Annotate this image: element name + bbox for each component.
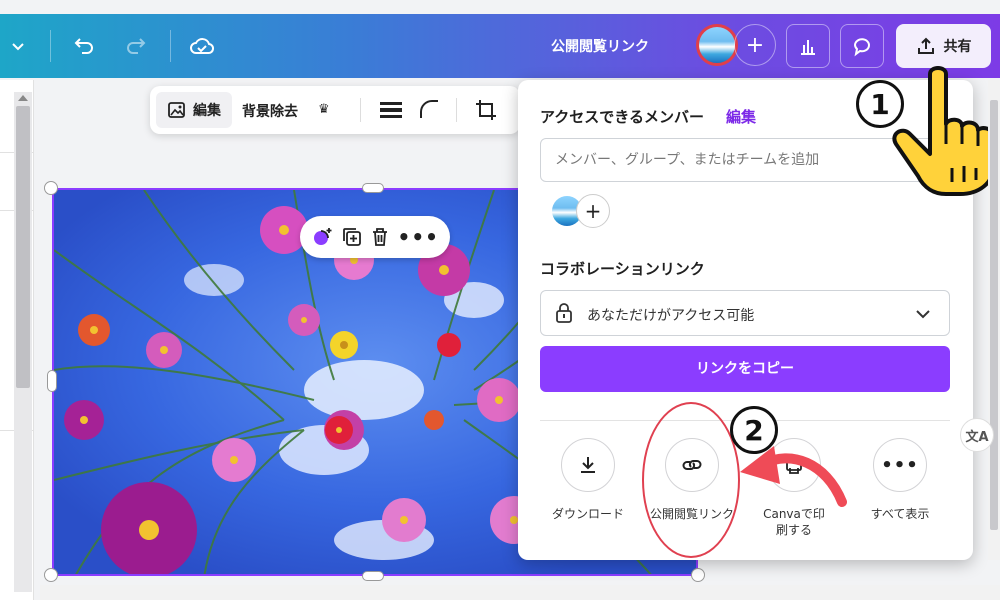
bar-chart-icon — [801, 40, 815, 55]
crop-icon[interactable] — [474, 98, 498, 122]
public-link-title: 公開閲覧リンク — [551, 39, 649, 55]
upload-icon — [917, 37, 934, 54]
translate-icon[interactable]: 文A — [960, 418, 994, 452]
cloud-saved-icon[interactable] — [188, 32, 216, 60]
corner-rounding-icon[interactable] — [418, 98, 440, 120]
panel-scrollbar-thumb[interactable] — [990, 100, 998, 530]
undo-icon[interactable] — [70, 32, 98, 60]
edit-label: 編集 — [193, 103, 221, 119]
divider — [50, 30, 51, 62]
share-label: 共有 — [943, 39, 972, 55]
resize-handle-top[interactable] — [362, 183, 384, 193]
download-option[interactable]: ダウンロード — [538, 438, 638, 522]
divider — [170, 30, 171, 62]
duplicate-icon[interactable] — [341, 226, 363, 248]
lock-icon — [556, 303, 572, 323]
step-2-badge: 2 — [730, 406, 778, 454]
image-edit-icon — [168, 102, 185, 118]
add-member-button[interactable]: + — [576, 194, 610, 228]
horizontal-scrollbar[interactable] — [40, 585, 1000, 600]
access-level-select[interactable]: あなただけがアクセス可能 — [540, 290, 950, 336]
download-icon — [561, 438, 615, 492]
copy-link-button[interactable]: リンクをコピー — [540, 346, 950, 392]
highlight-ellipse — [642, 402, 740, 558]
more-options-icon[interactable]: ••• — [398, 225, 439, 249]
scrollbar-thumb[interactable] — [16, 106, 30, 388]
show-all-option[interactable]: ••• すべて表示 — [850, 438, 950, 522]
redo-icon[interactable] — [122, 32, 150, 60]
image-edit-toolbar: 編集 背景除去 ♛ — [150, 86, 520, 134]
more-icon: ••• — [873, 438, 927, 492]
plus-icon: + — [584, 199, 602, 223]
plus-icon: + — [745, 32, 765, 58]
divider — [360, 98, 361, 122]
comment-button[interactable] — [840, 24, 884, 68]
pointing-hand-icon — [892, 66, 996, 196]
resize-handle-bottom-left[interactable] — [44, 568, 58, 582]
scroll-up-icon[interactable] — [18, 95, 28, 101]
download-label: ダウンロード — [551, 507, 624, 521]
access-level-value: あなただけがアクセス可能 — [587, 308, 755, 324]
chevron-down-icon[interactable] — [4, 32, 32, 60]
crown-icon: ♛ — [318, 102, 330, 117]
bg-remove-button[interactable]: 背景除去 — [242, 101, 298, 121]
edit-access-link[interactable]: 編集 — [726, 106, 756, 127]
top-bar: 公開閲覧リンク + 共有 — [0, 14, 1000, 78]
trash-icon[interactable] — [369, 226, 391, 248]
line-weight-icon[interactable] — [380, 102, 402, 118]
element-floating-toolbar: ••• — [300, 216, 450, 258]
resize-handle-bottom-right[interactable] — [691, 568, 705, 582]
access-members-title: アクセスできるメンバー — [540, 108, 704, 126]
chevron-down-icon — [916, 310, 930, 319]
resize-handle-left[interactable] — [47, 370, 57, 392]
edit-image-button[interactable]: 編集 — [156, 92, 232, 128]
comment-icon — [853, 38, 870, 57]
magic-comment-icon[interactable] — [311, 225, 335, 249]
resize-handle-bottom[interactable] — [362, 571, 384, 581]
show-all-label: すべて表示 — [870, 507, 930, 521]
avatar[interactable] — [696, 24, 738, 66]
insights-button[interactable] — [786, 24, 830, 68]
collaboration-link-title: コラボレーションリンク — [540, 260, 705, 278]
add-member-button[interactable]: + — [734, 24, 776, 66]
divider — [456, 98, 457, 122]
share-button[interactable]: 共有 — [896, 24, 991, 68]
resize-handle-top-left[interactable] — [44, 181, 58, 195]
